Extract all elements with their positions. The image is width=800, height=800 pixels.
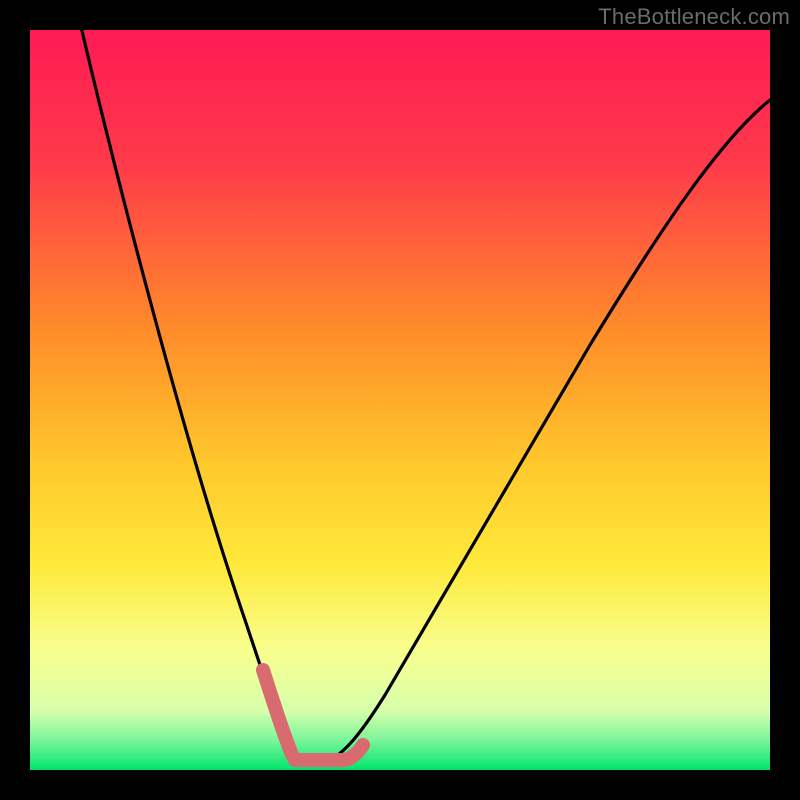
chart-container: TheBottleneck.com [0, 0, 800, 800]
plot-area [30, 30, 770, 770]
watermark-text: TheBottleneck.com [598, 4, 790, 30]
chart-svg [0, 0, 800, 800]
